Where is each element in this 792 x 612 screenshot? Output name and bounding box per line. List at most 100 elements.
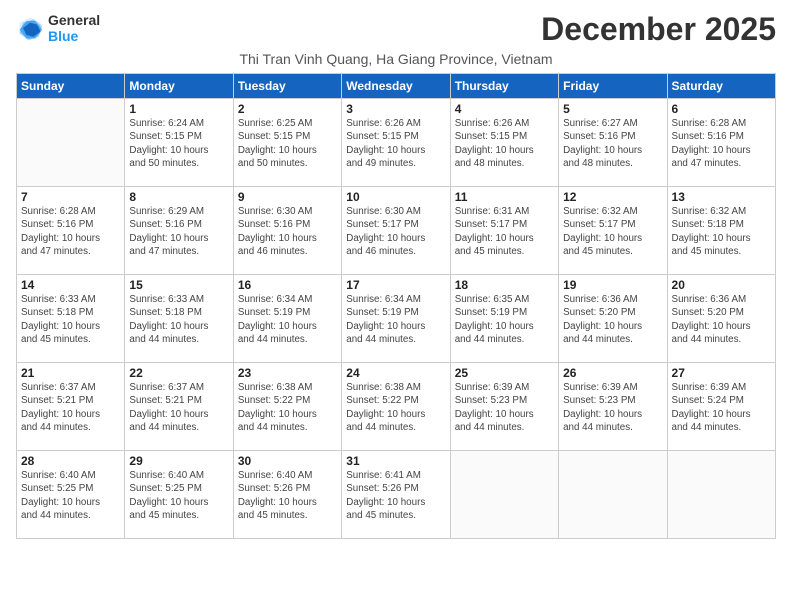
day-number: 22 — [129, 366, 228, 380]
day-number: 13 — [672, 190, 771, 204]
day-info: Sunrise: 6:26 AM Sunset: 5:15 PM Dayligh… — [455, 117, 554, 170]
day-number: 17 — [346, 278, 445, 292]
calendar-cell: 12Sunrise: 6:32 AM Sunset: 5:17 PM Dayli… — [559, 187, 667, 275]
calendar-cell: 27Sunrise: 6:39 AM Sunset: 5:24 PM Dayli… — [667, 363, 775, 451]
main-title: December 2025 — [541, 12, 776, 47]
calendar-cell: 31Sunrise: 6:41 AM Sunset: 5:26 PM Dayli… — [342, 451, 450, 539]
day-info: Sunrise: 6:40 AM Sunset: 5:25 PM Dayligh… — [21, 469, 120, 522]
day-number: 23 — [238, 366, 337, 380]
day-number: 27 — [672, 366, 771, 380]
day-info: Sunrise: 6:38 AM Sunset: 5:22 PM Dayligh… — [238, 381, 337, 434]
day-info: Sunrise: 6:25 AM Sunset: 5:15 PM Dayligh… — [238, 117, 337, 170]
calendar-cell: 26Sunrise: 6:39 AM Sunset: 5:23 PM Dayli… — [559, 363, 667, 451]
calendar-week-5: 28Sunrise: 6:40 AM Sunset: 5:25 PM Dayli… — [17, 451, 776, 539]
col-wednesday: Wednesday — [342, 74, 450, 99]
calendar-cell: 11Sunrise: 6:31 AM Sunset: 5:17 PM Dayli… — [450, 187, 558, 275]
day-info: Sunrise: 6:39 AM Sunset: 5:24 PM Dayligh… — [672, 381, 771, 434]
day-info: Sunrise: 6:30 AM Sunset: 5:16 PM Dayligh… — [238, 205, 337, 258]
calendar-cell: 30Sunrise: 6:40 AM Sunset: 5:26 PM Dayli… — [233, 451, 341, 539]
calendar-cell — [559, 451, 667, 539]
day-info: Sunrise: 6:35 AM Sunset: 5:19 PM Dayligh… — [455, 293, 554, 346]
day-number: 10 — [346, 190, 445, 204]
calendar-header-row: Sunday Monday Tuesday Wednesday Thursday… — [17, 74, 776, 99]
col-thursday: Thursday — [450, 74, 558, 99]
calendar-cell: 2Sunrise: 6:25 AM Sunset: 5:15 PM Daylig… — [233, 99, 341, 187]
day-number: 11 — [455, 190, 554, 204]
day-info: Sunrise: 6:29 AM Sunset: 5:16 PM Dayligh… — [129, 205, 228, 258]
day-info: Sunrise: 6:34 AM Sunset: 5:19 PM Dayligh… — [238, 293, 337, 346]
day-number: 19 — [563, 278, 662, 292]
calendar-cell: 17Sunrise: 6:34 AM Sunset: 5:19 PM Dayli… — [342, 275, 450, 363]
day-info: Sunrise: 6:39 AM Sunset: 5:23 PM Dayligh… — [563, 381, 662, 434]
day-number: 4 — [455, 102, 554, 116]
day-info: Sunrise: 6:38 AM Sunset: 5:22 PM Dayligh… — [346, 381, 445, 434]
day-number: 28 — [21, 454, 120, 468]
calendar-cell: 4Sunrise: 6:26 AM Sunset: 5:15 PM Daylig… — [450, 99, 558, 187]
day-info: Sunrise: 6:33 AM Sunset: 5:18 PM Dayligh… — [129, 293, 228, 346]
day-info: Sunrise: 6:37 AM Sunset: 5:21 PM Dayligh… — [129, 381, 228, 434]
col-sunday: Sunday — [17, 74, 125, 99]
day-number: 24 — [346, 366, 445, 380]
calendar-table: Sunday Monday Tuesday Wednesday Thursday… — [16, 73, 776, 539]
day-number: 14 — [21, 278, 120, 292]
day-info: Sunrise: 6:28 AM Sunset: 5:16 PM Dayligh… — [21, 205, 120, 258]
calendar-cell: 16Sunrise: 6:34 AM Sunset: 5:19 PM Dayli… — [233, 275, 341, 363]
day-info: Sunrise: 6:34 AM Sunset: 5:19 PM Dayligh… — [346, 293, 445, 346]
calendar-cell — [450, 451, 558, 539]
calendar-cell: 10Sunrise: 6:30 AM Sunset: 5:17 PM Dayli… — [342, 187, 450, 275]
day-number: 29 — [129, 454, 228, 468]
calendar-cell: 1Sunrise: 6:24 AM Sunset: 5:15 PM Daylig… — [125, 99, 233, 187]
calendar-cell: 19Sunrise: 6:36 AM Sunset: 5:20 PM Dayli… — [559, 275, 667, 363]
calendar-cell: 3Sunrise: 6:26 AM Sunset: 5:15 PM Daylig… — [342, 99, 450, 187]
calendar-cell — [667, 451, 775, 539]
calendar-cell: 18Sunrise: 6:35 AM Sunset: 5:19 PM Dayli… — [450, 275, 558, 363]
calendar-week-1: 1Sunrise: 6:24 AM Sunset: 5:15 PM Daylig… — [17, 99, 776, 187]
logo-icon — [16, 14, 44, 42]
day-info: Sunrise: 6:33 AM Sunset: 5:18 PM Dayligh… — [21, 293, 120, 346]
col-saturday: Saturday — [667, 74, 775, 99]
calendar-cell: 28Sunrise: 6:40 AM Sunset: 5:25 PM Dayli… — [17, 451, 125, 539]
calendar-cell: 14Sunrise: 6:33 AM Sunset: 5:18 PM Dayli… — [17, 275, 125, 363]
calendar-cell — [17, 99, 125, 187]
day-info: Sunrise: 6:36 AM Sunset: 5:20 PM Dayligh… — [563, 293, 662, 346]
calendar-cell: 13Sunrise: 6:32 AM Sunset: 5:18 PM Dayli… — [667, 187, 775, 275]
calendar-cell: 23Sunrise: 6:38 AM Sunset: 5:22 PM Dayli… — [233, 363, 341, 451]
day-number: 25 — [455, 366, 554, 380]
day-number: 18 — [455, 278, 554, 292]
day-number: 5 — [563, 102, 662, 116]
day-info: Sunrise: 6:28 AM Sunset: 5:16 PM Dayligh… — [672, 117, 771, 170]
day-info: Sunrise: 6:40 AM Sunset: 5:26 PM Dayligh… — [238, 469, 337, 522]
calendar-cell: 21Sunrise: 6:37 AM Sunset: 5:21 PM Dayli… — [17, 363, 125, 451]
title-block: December 2025 — [541, 12, 776, 47]
calendar-week-3: 14Sunrise: 6:33 AM Sunset: 5:18 PM Dayli… — [17, 275, 776, 363]
day-number: 20 — [672, 278, 771, 292]
day-info: Sunrise: 6:26 AM Sunset: 5:15 PM Dayligh… — [346, 117, 445, 170]
day-info: Sunrise: 6:24 AM Sunset: 5:15 PM Dayligh… — [129, 117, 228, 170]
calendar-week-2: 7Sunrise: 6:28 AM Sunset: 5:16 PM Daylig… — [17, 187, 776, 275]
calendar-week-4: 21Sunrise: 6:37 AM Sunset: 5:21 PM Dayli… — [17, 363, 776, 451]
col-tuesday: Tuesday — [233, 74, 341, 99]
day-number: 1 — [129, 102, 228, 116]
day-number: 3 — [346, 102, 445, 116]
day-info: Sunrise: 6:32 AM Sunset: 5:18 PM Dayligh… — [672, 205, 771, 258]
day-info: Sunrise: 6:37 AM Sunset: 5:21 PM Dayligh… — [21, 381, 120, 434]
calendar-cell: 29Sunrise: 6:40 AM Sunset: 5:25 PM Dayli… — [125, 451, 233, 539]
header: General Blue December 2025 — [16, 12, 776, 47]
day-number: 16 — [238, 278, 337, 292]
day-info: Sunrise: 6:27 AM Sunset: 5:16 PM Dayligh… — [563, 117, 662, 170]
calendar-cell: 15Sunrise: 6:33 AM Sunset: 5:18 PM Dayli… — [125, 275, 233, 363]
day-number: 26 — [563, 366, 662, 380]
day-number: 6 — [672, 102, 771, 116]
day-number: 15 — [129, 278, 228, 292]
calendar-cell: 6Sunrise: 6:28 AM Sunset: 5:16 PM Daylig… — [667, 99, 775, 187]
calendar-cell: 20Sunrise: 6:36 AM Sunset: 5:20 PM Dayli… — [667, 275, 775, 363]
day-number: 7 — [21, 190, 120, 204]
calendar-cell: 8Sunrise: 6:29 AM Sunset: 5:16 PM Daylig… — [125, 187, 233, 275]
day-number: 12 — [563, 190, 662, 204]
calendar-cell: 25Sunrise: 6:39 AM Sunset: 5:23 PM Dayli… — [450, 363, 558, 451]
day-number: 21 — [21, 366, 120, 380]
day-number: 8 — [129, 190, 228, 204]
day-info: Sunrise: 6:36 AM Sunset: 5:20 PM Dayligh… — [672, 293, 771, 346]
calendar-cell: 7Sunrise: 6:28 AM Sunset: 5:16 PM Daylig… — [17, 187, 125, 275]
day-info: Sunrise: 6:41 AM Sunset: 5:26 PM Dayligh… — [346, 469, 445, 522]
